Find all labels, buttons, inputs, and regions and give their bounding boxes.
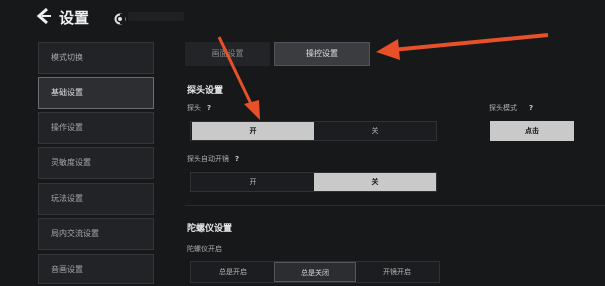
sidebar-item-audio-video-settings[interactable]: 音画设置 — [38, 254, 154, 284]
arrow-to-controls-tab-icon — [376, 33, 549, 60]
probe-off-option[interactable]: 关 — [314, 122, 436, 140]
sidebar-item-sensitivity-settings[interactable]: 灵敏度设置 — [38, 147, 154, 179]
status-ring-icon — [114, 10, 126, 25]
section-title-probe: 探头设置 — [187, 86, 224, 96]
sidebar-item-label: 音画设置 — [51, 265, 83, 274]
sidebar-item-label: 玩法设置 — [51, 194, 83, 203]
probe-mode-label: 探头模式 — [489, 104, 517, 112]
sidebar-item-gameplay-settings[interactable]: 玩法设置 — [38, 183, 154, 215]
sidebar-item-label: 操作设置 — [51, 123, 83, 132]
auto-probe-on-option[interactable]: 开 — [192, 173, 314, 191]
gyro-always-on-option[interactable]: 总是开启 — [192, 262, 274, 282]
sidebar-item-basic-settings[interactable]: 基础设置 — [38, 77, 154, 109]
gyro-enable-segmented: 总是开启 总是关闭 开镜开启 — [190, 261, 440, 283]
auto-probe-label-row: 探头自动开镜? — [187, 154, 239, 164]
gyro-always-off-option[interactable]: 总是关闭 — [274, 262, 356, 282]
probe-toggle: 开 关 — [190, 121, 437, 141]
section-divider — [185, 205, 605, 206]
tab-graphics[interactable]: 画面设置 — [185, 42, 270, 66]
auto-probe-toggle: 开 关 — [190, 172, 437, 192]
sidebar-item-operation-settings[interactable]: 操作设置 — [38, 112, 154, 144]
sidebar-item-label: 灵敏度设置 — [51, 158, 91, 167]
sidebar-item-communication-settings[interactable]: 局内交流设置 — [38, 218, 154, 250]
probe-mode-click-option[interactable]: 点击 — [490, 121, 574, 141]
probe-on-option[interactable]: 开 — [192, 122, 314, 140]
probe-mode-help-icon[interactable]: ? — [529, 104, 533, 112]
sidebar-item-label: 基础设置 — [51, 88, 83, 97]
sidebar-item-mode-switch[interactable]: 模式切换 — [38, 42, 154, 74]
probe-mode-select: 点击 — [490, 121, 574, 141]
gyro-enable-label: 陀螺仪开启 — [187, 245, 222, 253]
gyro-scope-on-option[interactable]: 开镜开启 — [356, 262, 438, 282]
back-arrow-icon[interactable] — [36, 7, 52, 25]
probe-help-icon[interactable]: ? — [207, 104, 211, 112]
sidebar-item-label: 局内交流设置 — [51, 229, 99, 238]
tab-controls[interactable]: 操控设置 — [274, 42, 370, 66]
page-title: 设置 — [59, 9, 90, 27]
header-placeholder-bar — [128, 12, 184, 21]
auto-probe-label: 探头自动开镜 — [187, 155, 229, 163]
probe-label-row: 探头? — [187, 103, 211, 113]
section-title-gyro: 陀螺仪设置 — [187, 224, 233, 234]
auto-probe-help-icon[interactable]: ? — [235, 155, 239, 163]
auto-probe-off-option[interactable]: 关 — [314, 173, 436, 191]
probe-mode-label-row: 探头模式? — [489, 103, 533, 113]
sidebar-item-label: 模式切换 — [51, 53, 83, 62]
probe-label: 探头 — [187, 104, 201, 112]
